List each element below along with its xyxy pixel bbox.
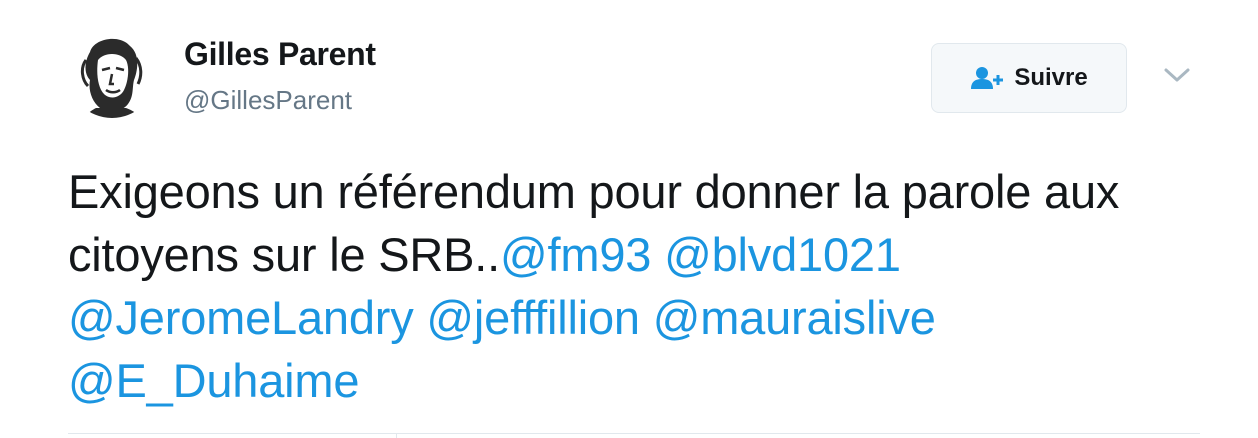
mention-link[interactable]: @mauraislive [653,291,936,344]
divider [68,433,1200,434]
avatar[interactable] [68,30,156,118]
mention-link[interactable]: @JeromeLandry [68,291,414,344]
mention-link[interactable]: @blvd1021 [664,228,901,281]
tweet-text: Exigeons un référendum pour donner la pa… [68,160,1218,412]
follow-label: Suivre [1014,64,1088,91]
mention-link[interactable]: @E_Duhaime [68,354,359,407]
author-name[interactable]: Gilles Parent [184,36,376,73]
mention-link[interactable]: @fm93 [500,228,651,281]
divider-tick [396,433,397,438]
chevron-down-icon[interactable] [1163,66,1191,86]
add-user-icon [970,66,1006,90]
author-handle[interactable]: @GillesParent [184,85,352,116]
mention-link[interactable]: @jefffillion [426,291,640,344]
portrait-sketch-icon [68,30,156,118]
follow-button[interactable]: Suivre [931,43,1127,113]
